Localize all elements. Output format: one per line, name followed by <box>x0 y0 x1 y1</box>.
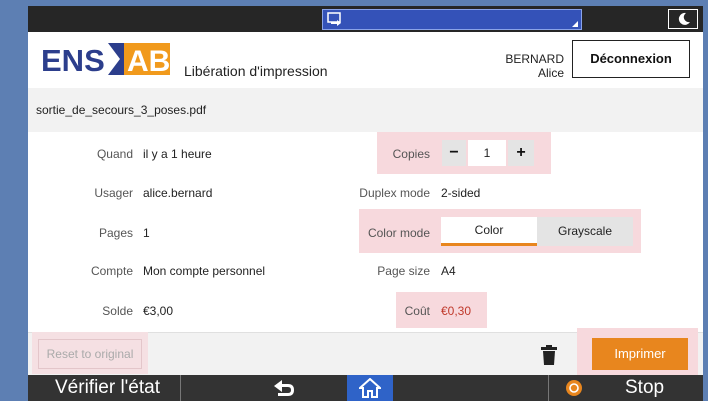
balance-label: Solde <box>102 304 133 318</box>
corner-icon <box>572 21 578 27</box>
ens-ab-logo-icon: ENS AB <box>38 41 172 78</box>
back-arrow-icon[interactable] <box>270 379 296 397</box>
copies-decrement-button[interactable]: − <box>442 140 466 166</box>
stop-icon <box>566 380 582 396</box>
account-value: Mon compte personnel <box>143 264 266 278</box>
copies-increment-button[interactable]: + <box>508 140 534 166</box>
svg-text:ENS: ENS <box>41 43 105 77</box>
cost-label: Coût <box>404 304 430 318</box>
copies-label: Copies <box>392 147 430 161</box>
user-name: BERNARD Alice <box>505 52 564 80</box>
home-button[interactable] <box>347 375 393 401</box>
duplex-label: Duplex mode <box>359 186 430 200</box>
file-name: sortie_de_secours_3_poses.pdf <box>36 103 207 117</box>
home-icon <box>359 378 381 398</box>
color-option-grayscale[interactable]: Grayscale <box>537 217 633 246</box>
when-value: il y a 1 heure <box>143 147 212 161</box>
moon-icon <box>678 12 690 25</box>
stop-button[interactable]: Stop <box>625 377 664 399</box>
page-size-value: A4 <box>441 264 456 278</box>
cost-value: €0,30 <box>441 304 472 318</box>
svg-text:AB: AB <box>127 45 170 77</box>
trash-icon[interactable] <box>541 345 557 365</box>
user-label: Usager <box>94 186 133 200</box>
duplex-value: 2-sided <box>441 186 481 200</box>
pages-value: 1 <box>143 226 150 240</box>
sleep-button[interactable] <box>668 9 698 29</box>
when-label: Quand <box>96 147 133 161</box>
check-status-button[interactable]: Vérifier l'état <box>55 377 160 399</box>
logout-button[interactable]: Déconnexion <box>572 40 690 78</box>
balance-value: €3,00 <box>143 304 174 318</box>
copies-input[interactable]: 1 <box>468 140 506 166</box>
logo: ENS AB <box>38 41 172 78</box>
reset-button[interactable]: Reset to original <box>38 339 142 369</box>
bar-divider <box>548 375 549 401</box>
color-option-color[interactable]: Color <box>441 217 537 246</box>
print-release-panel <box>28 32 703 374</box>
bar-divider <box>180 375 181 401</box>
system-status-bar[interactable] <box>322 9 582 30</box>
pages-label: Pages <box>98 226 133 240</box>
app-title: Libération d'impression <box>184 63 328 79</box>
page-size-label: Page size <box>377 264 430 278</box>
print-button[interactable]: Imprimer <box>592 338 688 370</box>
color-mode-label: Color mode <box>367 226 430 240</box>
user-value: alice.bernard <box>143 186 213 200</box>
screen-icon <box>327 12 341 26</box>
account-label: Compte <box>90 264 133 278</box>
